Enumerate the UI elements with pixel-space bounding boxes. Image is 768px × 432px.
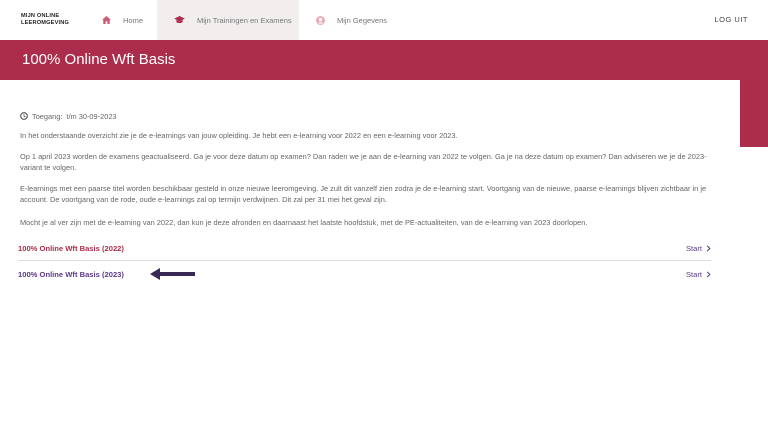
logo-line-2: LEEROMGEVING bbox=[21, 19, 70, 26]
course-name[interactable]: 100% Online Wft Basis (2022) bbox=[18, 244, 124, 253]
nav-trainings-label: Mijn Trainingen en Examens bbox=[197, 15, 292, 25]
graduation-cap-icon bbox=[174, 16, 185, 24]
course-row-2023[interactable]: 100% Online Wft Basis (2023) Start bbox=[18, 262, 711, 286]
start-label: Start bbox=[685, 269, 702, 279]
access-info: Toegang: t/m 30-09-2023 bbox=[20, 110, 720, 122]
intro-paragraph: In het onderstaande overzicht zie je de … bbox=[20, 131, 458, 140]
start-label: Start bbox=[685, 244, 702, 253]
home-icon bbox=[102, 16, 111, 24]
course-info: Toegang: t/m 30-09-2023 In het onderstaa… bbox=[20, 110, 720, 228]
logout-link[interactable]: LOG UIT bbox=[714, 15, 748, 24]
user-icon bbox=[316, 15, 325, 25]
nav-home[interactable]: Home bbox=[102, 0, 157, 40]
clock-icon bbox=[20, 112, 28, 120]
purple-title-paragraph: E-learnings met een paarse titel worden … bbox=[20, 184, 707, 204]
access-value: t/m 30-09-2023 bbox=[66, 111, 117, 121]
nav-my-data[interactable]: Mijn Gegevens bbox=[316, 0, 387, 40]
page-title: 100% Online Wft Basis bbox=[22, 51, 176, 68]
logo[interactable]: MIJN ONLINE LEEROMGEVING bbox=[21, 13, 81, 26]
top-navigation: MIJN ONLINE LEEROMGEVING Home Mijn Train… bbox=[0, 0, 768, 40]
start-link[interactable]: Start bbox=[686, 270, 711, 279]
chevron-right-icon bbox=[706, 245, 711, 252]
nav-my-data-label: Mijn Gegevens bbox=[337, 15, 388, 25]
decorative-side-bar bbox=[740, 80, 768, 147]
nav-home-label: Home bbox=[123, 15, 144, 25]
completion-paragraph: Mocht je al ver zijn met de e-learning v… bbox=[20, 218, 588, 227]
chevron-right-icon bbox=[706, 271, 711, 278]
start-link[interactable]: Start bbox=[686, 244, 711, 253]
course-name[interactable]: 100% Online Wft Basis (2023) bbox=[18, 270, 124, 279]
page-header: 100% Online Wft Basis bbox=[0, 40, 768, 80]
nav-trainings[interactable]: Mijn Trainingen en Examens bbox=[157, 0, 299, 40]
exam-update-paragraph: Op 1 april 2023 worden de examens geactu… bbox=[20, 152, 707, 172]
access-label: Toegang: bbox=[32, 111, 63, 121]
arrow-left-icon bbox=[150, 268, 195, 280]
course-row-2022[interactable]: 100% Online Wft Basis (2022) Start bbox=[18, 237, 711, 261]
